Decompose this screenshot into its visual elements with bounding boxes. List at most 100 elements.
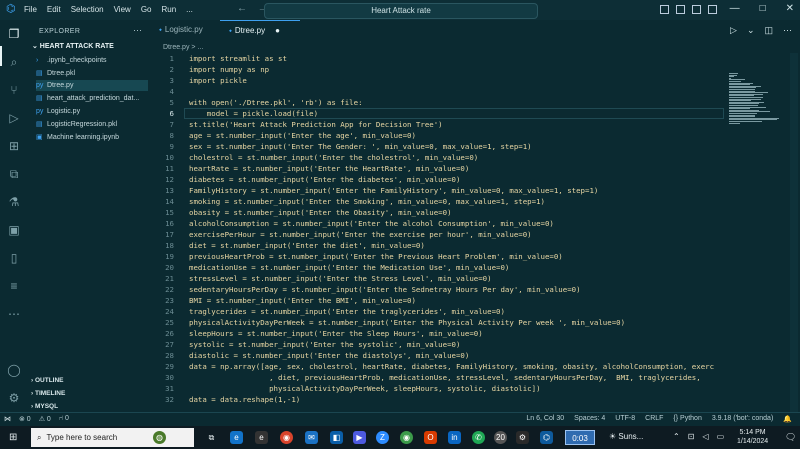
code-text[interactable]: diet = st.number_input('Enter the diet',… <box>189 240 425 251</box>
encoding[interactable]: UTF-8 <box>615 415 635 423</box>
vscode-taskbar-icon[interactable]: ⌬ <box>540 431 553 444</box>
code-text[interactable]: cholestrol = st.number_input('Enter the … <box>189 152 478 163</box>
whatsapp-icon[interactable]: ✆ <box>472 431 485 444</box>
code-text[interactable]: age = st.number_input('Enter the age', m… <box>189 130 416 141</box>
code-line[interactable]: 17 exercisePerHour = st.number_input('Ent… <box>150 229 725 240</box>
linkedin-icon[interactable]: in <box>448 431 461 444</box>
menu-go[interactable]: Go <box>141 5 152 14</box>
mail-icon[interactable]: ✉ <box>305 431 318 444</box>
timer-widget[interactable]: 0:03 <box>565 430 595 445</box>
code-text[interactable]: alcoholConsumption = st.number_input('En… <box>189 218 554 229</box>
code-line[interactable]: 5 with open('./Dtree.pkl', 'rb') as file: <box>150 97 725 108</box>
testing-icon[interactable]: ⚗ <box>7 195 21 209</box>
chrome-profile-icon[interactable]: ◉ <box>400 431 413 444</box>
code-text[interactable]: medicationUse = st.number_input('Enter t… <box>189 262 509 273</box>
explorer-more-icon[interactable]: ··· <box>133 25 142 35</box>
code-text[interactable]: previousHeartProb = st.number_input('Ent… <box>189 251 563 262</box>
minimize-button[interactable]: — <box>730 3 740 14</box>
warning-count[interactable]: ⚠ 0 <box>39 415 51 423</box>
menu-more[interactable]: ... <box>186 5 193 14</box>
menu-run[interactable]: Run <box>161 5 176 14</box>
run-dropdown-icon[interactable]: ⌄ <box>747 25 755 36</box>
tab-logistic[interactable]: ⬩ Logistic.py <box>150 20 220 40</box>
code-line[interactable]: 28 diastolic = st.number_input('Enter the… <box>150 350 725 361</box>
media-player-icon[interactable]: ▶ <box>353 431 366 444</box>
indentation[interactable]: Spaces: 4 <box>574 415 605 423</box>
file-item[interactable]: › .ipynb_checkpoints <box>36 55 148 66</box>
code-text[interactable]: model = pickle.load(file) <box>189 108 318 119</box>
menu-view[interactable]: View <box>114 5 131 14</box>
code-line[interactable]: 6 model = pickle.load(file) <box>150 108 725 119</box>
more-icon[interactable]: ⋯ <box>7 307 21 321</box>
code-text[interactable]: diabetes = st.number_input('Enter the di… <box>189 174 460 185</box>
search-highlight-icon[interactable]: ◍ <box>153 431 166 444</box>
source-control-icon[interactable]: ⑂ <box>7 83 21 97</box>
code-line[interactable]: 10 cholestrol = st.number_input('Enter th… <box>150 152 725 163</box>
code-line[interactable]: 22 sedentaryHoursPerDay = st.number_input… <box>150 284 725 295</box>
code-line[interactable]: 21 stressLevel = st.number_input('Enter t… <box>150 273 725 284</box>
code-text[interactable]: sleepHours = st.number_input('Enter the … <box>189 328 483 339</box>
code-line[interactable]: 23 BMI = st.number_input('Enter the BMI',… <box>150 295 725 306</box>
code-text[interactable]: obasity = st.number_input('Enter the Oba… <box>189 207 452 218</box>
network-icon[interactable]: ⊡ <box>688 432 695 441</box>
office-icon[interactable]: O <box>424 431 437 444</box>
code-line[interactable]: 18 diet = st.number_input('Enter the diet… <box>150 240 725 251</box>
ports-count[interactable]: ⑁ 0 <box>59 415 69 423</box>
zoom-icon[interactable]: Z <box>376 431 389 444</box>
command-center-search[interactable]: Heart Attack rate <box>264 3 538 19</box>
vertical-scrollbar[interactable] <box>790 53 798 413</box>
menu-selection[interactable]: Selection <box>71 5 104 14</box>
code-text[interactable]: with open('./Dtree.pkl', 'rb') as file: <box>189 97 363 108</box>
line-ending[interactable]: CRLF <box>645 415 663 423</box>
weather-widget[interactable]: ☀ Suns... <box>609 432 643 441</box>
app-icon[interactable]: ◧ <box>330 431 343 444</box>
code-line[interactable]: 11 heartRate = st.number_input('Enter the… <box>150 163 725 174</box>
code-line[interactable]: 24 traglycerides = st.number_input('Enter… <box>150 306 725 317</box>
code-line[interactable]: 3 import pickle <box>150 75 725 86</box>
code-text[interactable]: import numpy as np <box>189 64 269 75</box>
code-line[interactable]: 4 <box>150 86 725 97</box>
code-line[interactable]: 14 smoking = st.number_input('Enter the S… <box>150 196 725 207</box>
outline-section[interactable]: › OUTLINE <box>31 377 64 384</box>
settings-app-icon[interactable]: ⚙ <box>516 431 529 444</box>
mysql-section[interactable]: › MYSQL <box>31 403 58 410</box>
code-line[interactable]: 26 sleepHours = st.number_input('Enter th… <box>150 328 725 339</box>
code-text[interactable]: traglycerides = st.number_input('Enter t… <box>189 306 505 317</box>
file-item[interactable]: ▤ Dtree.pkl <box>36 68 148 79</box>
edge-dev-icon[interactable]: e <box>255 431 268 444</box>
edge-icon[interactable]: e <box>230 431 243 444</box>
more-actions-icon[interactable]: ⋯ <box>783 25 792 36</box>
notification-center-icon[interactable]: 🗨 <box>785 432 796 443</box>
file-item[interactable]: py Logistic.py <box>36 106 148 117</box>
run-python-icon[interactable]: ▷ <box>730 25 737 36</box>
timeline-section[interactable]: › TIMELINE <box>31 390 65 397</box>
code-line[interactable]: 20 medicationUse = st.number_input('Enter… <box>150 262 725 273</box>
code-line[interactable]: 32 data = data.reshape(1,-1) <box>150 394 725 405</box>
code-text[interactable]: FamilyHistory = st.number_input('Enter t… <box>189 185 598 196</box>
code-line[interactable]: 15 obasity = st.number_input('Enter the O… <box>150 207 725 218</box>
code-text[interactable]: physicalActivityDayPerWeek = st.number_i… <box>189 317 625 328</box>
code-text[interactable]: systolic = st.number_input('Enter the sy… <box>189 339 460 350</box>
code-line[interactable]: 19 previousHeartProb = st.number_input('E… <box>150 251 725 262</box>
code-text[interactable]: data = data.reshape(1,-1) <box>189 394 300 405</box>
code-line[interactable]: 31 physicalActivityDayPerWeek, sleepHour… <box>150 383 725 394</box>
remote-explorer-icon[interactable]: ⧉ <box>7 167 21 181</box>
split-editor-icon[interactable]: ◫ <box>764 25 773 36</box>
language-mode[interactable]: {} Python <box>673 415 701 423</box>
code-text[interactable]: physicalActivityDayPerWeek, sleepHours, … <box>189 383 540 394</box>
taskbar-clock[interactable]: 5:14 PM 1/14/2024 <box>737 428 768 446</box>
code-text[interactable]: exercisePerHour = st.number_input('Enter… <box>189 229 532 240</box>
code-line[interactable]: 30 , diet, previousHeartProb, medication… <box>150 372 725 383</box>
file-item[interactable]: ▤ heart_attack_prediction_dat... <box>36 93 148 104</box>
code-line[interactable]: 8 age = st.number_input('Enter the age', … <box>150 130 725 141</box>
code-line[interactable]: 16 alcoholConsumption = st.number_input('… <box>150 218 725 229</box>
code-line[interactable]: 2 import numpy as np <box>150 64 725 75</box>
code-text[interactable]: sedentaryHoursPerDay = st.number_input('… <box>189 284 581 295</box>
settings-gear-icon[interactable]: ⚙ <box>7 391 21 405</box>
close-button[interactable]: ✕ <box>786 3 794 14</box>
code-line[interactable]: 12 diabetes = st.number_input('Enter the … <box>150 174 725 185</box>
code-line[interactable]: 7 st.title('Heart Attack Prediction App f… <box>150 119 725 130</box>
task-view-icon[interactable]: ⧉ <box>205 431 218 444</box>
code-line[interactable]: 9 sex = st.number_input('Enter The Gender… <box>150 141 725 152</box>
code-line[interactable]: 1 import streamlit as st <box>150 53 725 64</box>
